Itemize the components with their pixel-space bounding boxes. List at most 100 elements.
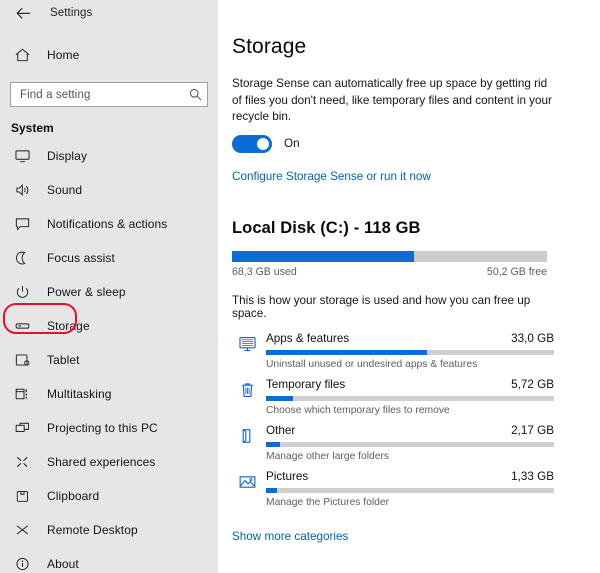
- info-icon: [11, 553, 33, 573]
- storage-category-header: Apps & features 33,0 GB: [266, 332, 554, 345]
- sidebar-item-clipboard-label: Clipboard: [47, 489, 99, 503]
- local-disk-used-label: 68,3 GB used: [232, 266, 297, 278]
- sidebar-item-clipboard[interactable]: Clipboard: [0, 479, 218, 513]
- storage-category-subtext: Manage the Pictures folder: [266, 497, 554, 508]
- storage-category-body: Other 2,17 GB Manage other large folders: [262, 424, 554, 462]
- sidebar-item-remote-desktop[interactable]: Remote Desktop: [0, 513, 218, 547]
- storage-sense-toggle[interactable]: [232, 135, 272, 153]
- sidebar-item-focus-assist-label: Focus assist: [47, 251, 115, 265]
- storage-category-header: Temporary files 5,72 GB: [266, 378, 554, 391]
- sidebar-item-tablet[interactable]: Tablet: [0, 343, 218, 377]
- storage-category-name: Other: [266, 424, 295, 437]
- storage-category-size: 1,33 GB: [511, 470, 554, 483]
- sidebar-item-notifications-label: Notifications & actions: [47, 217, 167, 231]
- storage-sense-toggle-state: On: [284, 137, 300, 150]
- storage-category-bar: [266, 488, 554, 493]
- clipboard-icon: [11, 485, 33, 507]
- folder-icon: [232, 424, 262, 444]
- storage-category-size: 33,0 GB: [511, 332, 554, 345]
- sidebar-item-projecting[interactable]: Projecting to this PC: [0, 411, 218, 445]
- sidebar-item-storage[interactable]: Storage: [0, 309, 218, 343]
- storage-category-bar-fill: [266, 442, 280, 447]
- sidebar-item-about[interactable]: About: [0, 547, 218, 573]
- sidebar-item-about-label: About: [47, 557, 79, 571]
- page-title: Storage: [232, 35, 554, 59]
- sidebar-item-home-label: Home: [47, 48, 79, 62]
- storage-category-body: Temporary files 5,72 GB Choose which tem…: [262, 378, 554, 416]
- show-more-categories-row: Show more categories: [232, 527, 554, 545]
- local-disk-free-label: 50,2 GB free: [487, 266, 547, 278]
- sidebar-item-sound-label: Sound: [47, 183, 82, 197]
- chat-bubble-icon: [11, 213, 33, 235]
- sidebar-item-display-label: Display: [47, 149, 87, 163]
- apps-monitor-icon: [232, 332, 262, 352]
- sidebar-item-home[interactable]: Home: [0, 38, 218, 72]
- storage-category-size: 2,17 GB: [511, 424, 554, 437]
- sidebar-item-shared-experiences[interactable]: Shared experiences: [0, 445, 218, 479]
- settings-window: Settings Home Find a setting System: [0, 0, 600, 573]
- local-disk-legend: 68,3 GB used 50,2 GB free: [232, 266, 547, 278]
- sidebar-item-focus-assist[interactable]: Focus assist: [0, 241, 218, 275]
- configure-storage-sense-link[interactable]: Configure Storage Sense or run it now: [232, 170, 431, 183]
- storage-category-size: 5,72 GB: [511, 378, 554, 391]
- storage-category-row[interactable]: Apps & features 33,0 GB Uninstall unused…: [232, 332, 554, 378]
- projecting-icon: [11, 417, 33, 439]
- search-input[interactable]: Find a setting: [10, 82, 208, 107]
- sidebar-item-power-sleep-label: Power & sleep: [47, 285, 126, 299]
- sidebar-item-notifications[interactable]: Notifications & actions: [0, 207, 218, 241]
- sidebar: Settings Home Find a setting System: [0, 0, 218, 573]
- home-icon: [11, 44, 33, 66]
- sidebar-item-remote-desktop-label: Remote Desktop: [47, 523, 138, 537]
- trash-icon: [232, 378, 262, 398]
- storage-category-bar: [266, 442, 554, 447]
- storage-category-name: Apps & features: [266, 332, 349, 345]
- storage-category-subtext: Uninstall unused or undesired apps & fea…: [266, 359, 554, 370]
- picture-icon: [232, 470, 262, 490]
- sidebar-item-display[interactable]: Display: [0, 139, 218, 173]
- storage-category-subtext: Choose which temporary files to remove: [266, 405, 554, 416]
- storage-category-row[interactable]: Temporary files 5,72 GB Choose which tem…: [232, 378, 554, 424]
- speaker-icon: [11, 179, 33, 201]
- sidebar-item-multitasking-label: Multitasking: [47, 387, 112, 401]
- toggle-knob: [257, 138, 269, 150]
- storage-category-body: Apps & features 33,0 GB Uninstall unused…: [262, 332, 554, 370]
- storage-category-bar-fill: [266, 488, 277, 493]
- show-more-categories-link[interactable]: Show more categories: [232, 530, 348, 543]
- storage-category-body: Pictures 1,33 GB Manage the Pictures fol…: [262, 470, 554, 508]
- main-content: Storage Storage Sense can automatically …: [218, 0, 600, 573]
- sidebar-nav-list: Display Sound Notifica: [0, 139, 218, 573]
- sidebar-item-sound[interactable]: Sound: [0, 173, 218, 207]
- remote-desktop-icon: [11, 519, 33, 541]
- storage-categories-list: Apps & features 33,0 GB Uninstall unused…: [232, 332, 554, 516]
- sidebar-item-tablet-label: Tablet: [47, 353, 80, 367]
- local-disk-usage-fill: [232, 251, 414, 262]
- share-icon: [11, 451, 33, 473]
- storage-category-header: Other 2,17 GB: [266, 424, 554, 437]
- storage-category-name: Pictures: [266, 470, 308, 483]
- multitasking-icon: [11, 383, 33, 405]
- sidebar-item-storage-label: Storage: [47, 319, 90, 333]
- sidebar-section-title: System: [0, 121, 218, 135]
- storage-category-bar-fill: [266, 350, 427, 355]
- sidebar-item-multitasking[interactable]: Multitasking: [0, 377, 218, 411]
- storage-sense-description: Storage Sense can automatically free up …: [232, 76, 554, 126]
- configure-storage-sense-row: Configure Storage Sense or run it now: [232, 167, 554, 185]
- title-bar: Settings: [0, 0, 218, 26]
- search-placeholder: Find a setting: [11, 89, 183, 101]
- moon-icon: [11, 247, 33, 269]
- window-title: Settings: [50, 7, 92, 19]
- storage-category-bar: [266, 350, 554, 355]
- drive-icon: [11, 315, 33, 337]
- sidebar-item-projecting-label: Projecting to this PC: [47, 421, 158, 435]
- storage-category-row[interactable]: Pictures 1,33 GB Manage the Pictures fol…: [232, 470, 554, 516]
- storage-category-subtext: Manage other large folders: [266, 451, 554, 462]
- storage-category-row[interactable]: Other 2,17 GB Manage other large folders: [232, 424, 554, 470]
- storage-sense-toggle-row: On: [232, 135, 554, 153]
- local-disk-title: Local Disk (C:) - 118 GB: [232, 219, 554, 238]
- back-arrow-icon[interactable]: [10, 2, 36, 24]
- power-icon: [11, 281, 33, 303]
- search-icon[interactable]: [183, 88, 207, 101]
- tablet-icon: [11, 349, 33, 371]
- sidebar-item-power-sleep[interactable]: Power & sleep: [0, 275, 218, 309]
- local-disk-usage-bar: [232, 251, 547, 262]
